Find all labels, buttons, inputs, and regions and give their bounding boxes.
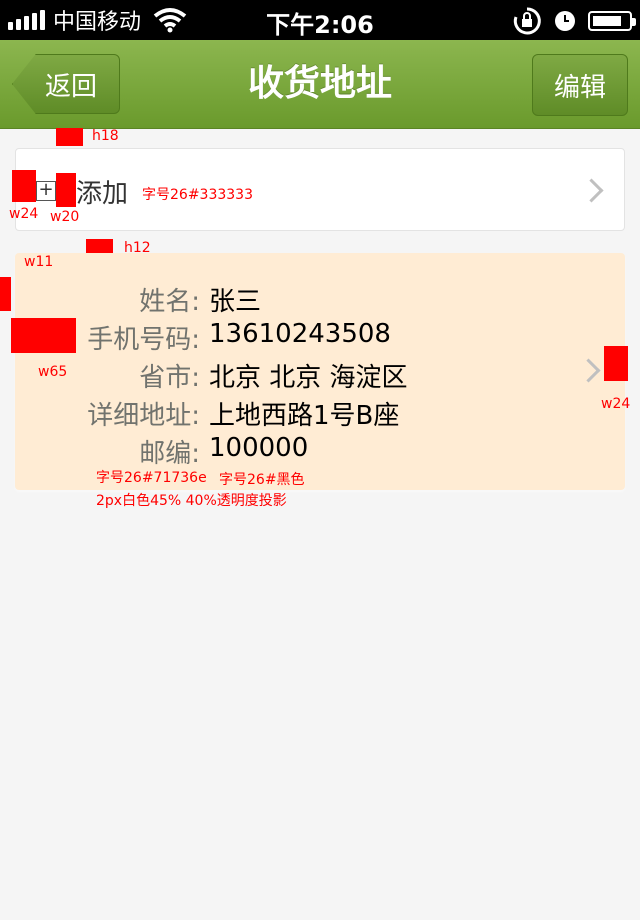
annotation-label: 2px白色45% 40%透明度投影 [96, 493, 287, 509]
address-value: 100000 [209, 433, 309, 463]
add-address-label: 添加 [76, 179, 129, 209]
spacing-marker [56, 173, 76, 207]
address-row-postcode: 邮编: 100000 [15, 433, 615, 471]
address-value: 13610243508 [209, 319, 391, 349]
annotation-label: 字号26#71736e [96, 470, 207, 486]
spacing-marker [11, 318, 76, 353]
annotation-label: w11 [24, 254, 54, 270]
annotation-label: 字号26#333333 [142, 187, 253, 203]
spacing-marker [12, 170, 36, 202]
navigation-bar: 返回 收货地址 编辑 [0, 40, 640, 129]
address-value: 上地西路1号B座 [209, 401, 400, 431]
address-row-phone: 手机号码: 13610243508 [15, 319, 615, 357]
edit-button[interactable]: 编辑 [532, 54, 628, 116]
annotation-label: h12 [124, 240, 151, 256]
annotation-label: w20 [50, 209, 80, 225]
rotation-lock-icon [513, 7, 541, 35]
annotation-label: w24 [9, 206, 39, 222]
spacing-marker [0, 277, 11, 311]
edit-button-label: 编辑 [553, 72, 606, 103]
address-label: 邮编: [139, 439, 200, 469]
add-address-row[interactable]: + 添加 [15, 148, 625, 231]
spacing-marker [56, 128, 83, 146]
annotation-label: h18 [92, 128, 119, 144]
address-label: 姓名: [139, 287, 200, 317]
spacing-marker [604, 346, 628, 381]
address-row-region: 省市: 北京 北京 海淀区 [15, 357, 615, 395]
annotation-label: 字号26#黑色 [219, 472, 305, 488]
address-row-name: 姓名: 张三 [15, 281, 615, 319]
spacing-marker [86, 239, 113, 253]
address-card[interactable]: 姓名: 张三 手机号码: 13610243508 省市: 北京 北京 海淀区 详… [15, 253, 625, 490]
alarm-clock-icon [555, 11, 575, 31]
address-label: 详细地址: [87, 401, 200, 431]
address-label: 省市: [139, 363, 200, 393]
status-icons [512, 6, 636, 36]
address-label: 手机号码: [87, 325, 200, 355]
status-bar: 中国移动 下午2:06 [0, 0, 640, 40]
annotation-label: w65 [38, 364, 68, 380]
battery-icon [588, 11, 636, 31]
address-row-detail: 详细地址: 上地西路1号B座 [15, 395, 615, 433]
plus-icon: + [36, 181, 56, 201]
address-value: 张三 [209, 287, 262, 317]
address-value: 北京 北京 海淀区 [209, 363, 408, 393]
annotation-label: w24 [601, 396, 631, 412]
chevron-right-icon [579, 178, 604, 203]
